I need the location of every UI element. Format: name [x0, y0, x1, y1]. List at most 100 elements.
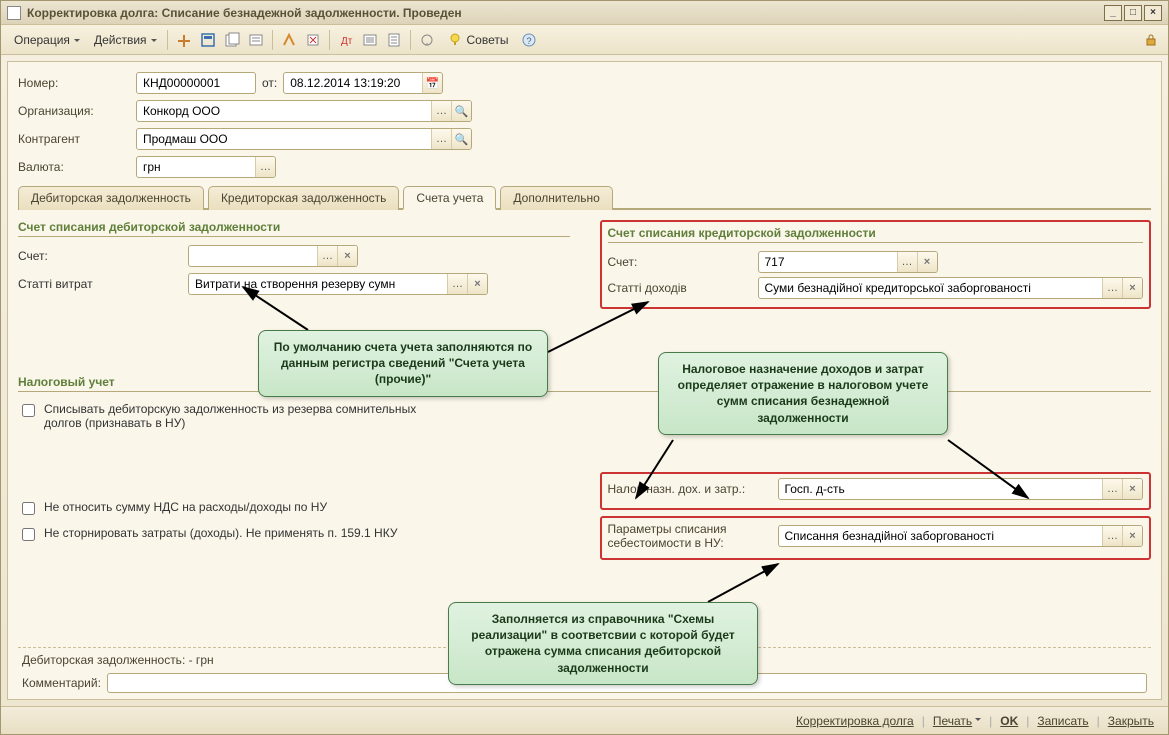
org-label: Организация: [18, 104, 136, 118]
tb-icon-2[interactable] [197, 29, 219, 51]
left-stat-field[interactable]: … × [188, 273, 488, 295]
param-input[interactable] [779, 526, 1103, 546]
footer-debt-correction[interactable]: Корректировка долга [792, 714, 918, 728]
tab-credit[interactable]: Кредиторская задолженность [208, 186, 399, 210]
advice-label: Советы [467, 33, 509, 47]
document-icon [7, 6, 21, 20]
content-area: Номер: от: 📅 Организация: … 🔍 Контрагент [7, 61, 1162, 700]
tb-icon-3[interactable] [221, 29, 243, 51]
cb-reserve[interactable] [22, 404, 35, 417]
org-field[interactable]: … 🔍 [136, 100, 472, 122]
tab-bar: Дебиторская задолженность Кредиторская з… [18, 186, 1151, 210]
left-stat-label: Статті витрат [18, 277, 188, 291]
left-acc-label: Счет: [18, 249, 188, 263]
ellipsis-icon[interactable]: … [317, 246, 337, 266]
currency-field[interactable]: … [136, 156, 276, 178]
ellipsis-icon[interactable]: … [431, 101, 451, 121]
toolbar: Операция Действия Дт Советы ? [1, 25, 1168, 55]
currency-label: Валюта: [18, 160, 136, 174]
left-acc-field[interactable]: … × [188, 245, 358, 267]
ellipsis-icon[interactable]: … [431, 129, 451, 149]
footer-bar: Корректировка долга | Печать | OK | Запи… [1, 706, 1168, 734]
cb-nds[interactable] [22, 502, 35, 515]
tb-icon-8[interactable] [359, 29, 381, 51]
tab-extra[interactable]: Дополнительно [500, 186, 612, 210]
ellipsis-icon[interactable]: … [255, 157, 275, 177]
right-stat-label: Статті доходів [608, 281, 758, 295]
clear-icon[interactable]: × [467, 274, 487, 294]
callout-3: Заполняется из справочника "Схемы реализ… [448, 602, 758, 685]
tab-accounts[interactable]: Счета учета [403, 186, 496, 210]
cb-reserve-label: Списывать дебиторскую задолженность из р… [44, 402, 424, 430]
highlight-box-param: Параметры списания себестоимости в НУ: …… [600, 516, 1152, 560]
nazn-label: Налог. назн. дох. и затр.: [608, 482, 778, 496]
clear-icon[interactable]: × [1122, 278, 1142, 298]
left-group-title: Счет списания дебиторской задолженности [18, 220, 570, 237]
counter-field[interactable]: … 🔍 [136, 128, 472, 150]
tb-icon-1[interactable] [173, 29, 195, 51]
right-stat-input[interactable] [759, 278, 1103, 298]
tax-group-title: Налоговый учет [18, 375, 1151, 392]
highlight-box-nazn: Налог. назн. дох. и затр.: … × [600, 472, 1152, 510]
right-acc-input[interactable] [759, 252, 897, 272]
number-label: Номер: [18, 76, 136, 90]
number-input[interactable] [137, 73, 255, 93]
title-bar: Корректировка долга: Списание безнадежно… [1, 1, 1168, 25]
param-label: Параметры списания себестоимости в НУ: [608, 522, 778, 550]
tb-icon-5[interactable] [278, 29, 300, 51]
callout-2: Налоговое назначение доходов и затрат оп… [658, 352, 948, 435]
right-acc-field[interactable]: … × [758, 251, 938, 273]
tb-icon-10[interactable] [416, 29, 438, 51]
search-icon[interactable]: 🔍 [451, 101, 471, 121]
footer-print[interactable]: Печать [929, 714, 985, 728]
tab-debit[interactable]: Дебиторская задолженность [18, 186, 204, 210]
ellipsis-icon[interactable]: … [1102, 278, 1122, 298]
advice-button[interactable]: Советы [440, 29, 516, 51]
footer-save[interactable]: Записать [1033, 714, 1092, 728]
clear-icon[interactable]: × [337, 246, 357, 266]
clear-icon[interactable]: × [1122, 526, 1142, 546]
cb-storno[interactable] [22, 528, 35, 541]
footer-close[interactable]: Закрыть [1104, 714, 1158, 728]
nazn-input[interactable] [779, 479, 1103, 499]
number-field[interactable] [136, 72, 256, 94]
minimize-button[interactable]: _ [1104, 5, 1122, 21]
search-icon[interactable]: 🔍 [451, 129, 471, 149]
left-acc-input[interactable] [189, 246, 317, 266]
right-group-title: Счет списания кредиторской задолженности [608, 226, 1144, 243]
ellipsis-icon[interactable]: … [447, 274, 467, 294]
footer-ok[interactable]: OK [996, 714, 1022, 728]
right-stat-field[interactable]: … × [758, 277, 1144, 299]
left-stat-input[interactable] [189, 274, 447, 294]
calendar-icon[interactable]: 📅 [422, 73, 442, 93]
comment-label: Комментарий: [22, 676, 101, 690]
svg-text:?: ? [526, 36, 531, 46]
maximize-button[interactable]: □ [1124, 5, 1142, 21]
counter-input[interactable] [137, 129, 431, 149]
param-field[interactable]: … × [778, 525, 1144, 547]
date-input[interactable] [284, 73, 422, 93]
help-button[interactable]: ? [518, 29, 540, 51]
actions-dropdown[interactable]: Действия [87, 30, 162, 50]
nazn-field[interactable]: … × [778, 478, 1144, 500]
currency-input[interactable] [137, 157, 255, 177]
org-input[interactable] [137, 101, 431, 121]
highlight-box-credit: Счет списания кредиторской задолженности… [600, 220, 1152, 309]
ellipsis-icon[interactable]: … [897, 252, 917, 272]
from-label: от: [262, 76, 277, 90]
clear-icon[interactable]: × [917, 252, 937, 272]
lock-icon[interactable] [1140, 29, 1162, 51]
app-window: Корректировка долга: Списание безнадежно… [0, 0, 1169, 735]
operation-dropdown[interactable]: Операция [7, 30, 85, 50]
ellipsis-icon[interactable]: … [1102, 479, 1122, 499]
clear-icon[interactable]: × [1122, 479, 1142, 499]
cb-nds-label: Не относить сумму НДС на расходы/доходы … [44, 500, 327, 514]
tb-icon-9[interactable] [383, 29, 405, 51]
ellipsis-icon[interactable]: … [1102, 526, 1122, 546]
tb-icon-6[interactable] [302, 29, 324, 51]
date-field[interactable]: 📅 [283, 72, 443, 94]
close-button[interactable]: × [1144, 5, 1162, 21]
tb-icon-7[interactable]: Дт [335, 29, 357, 51]
tb-icon-4[interactable] [245, 29, 267, 51]
svg-text:Дт: Дт [341, 36, 353, 47]
